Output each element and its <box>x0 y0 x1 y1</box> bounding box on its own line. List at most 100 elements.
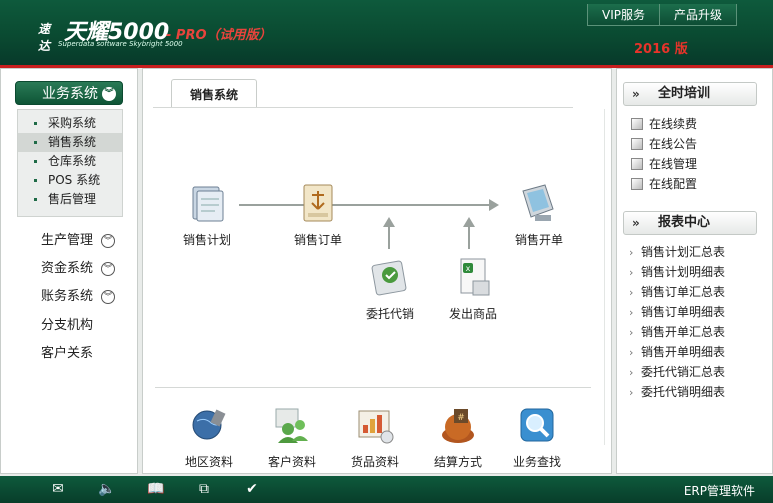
tab-underline <box>153 107 573 108</box>
report-link-label: 委托代销汇总表 <box>641 365 726 379</box>
arrow-up-icon <box>463 217 475 227</box>
reports-title: 报表中心 <box>658 215 711 230</box>
sidebar-category-funds[interactable]: 资金系统 ︾ <box>41 257 116 276</box>
chevron-down-icon: ︾ <box>101 262 116 276</box>
report-link[interactable]: › 销售计划明细表 <box>629 263 725 280</box>
tab-sales-system[interactable]: 销售系统 <box>171 79 257 107</box>
chevron-right-icon: › <box>629 286 634 299</box>
panel-divider <box>604 109 605 445</box>
chevron-right-icon: › <box>629 366 634 379</box>
version-year: 2016 版 <box>634 42 688 57</box>
report-link[interactable]: › 销售订单汇总表 <box>629 283 725 300</box>
mail-icon[interactable]: ✉ <box>49 481 67 497</box>
sidebar-item-sales[interactable]: 销售系统 <box>18 133 122 152</box>
sidebar-item-pos[interactable]: POS 系统 <box>18 171 122 190</box>
svg-text:#: # <box>457 413 465 423</box>
flow-node-sales-invoice[interactable]: 销售开单 <box>499 181 579 248</box>
report-link-label: 销售订单明细表 <box>641 305 726 319</box>
report-link[interactable]: › 委托代销汇总表 <box>629 363 725 380</box>
report-link-label: 委托代销明细表 <box>641 385 726 399</box>
sidebar-category-label: 业务系统 <box>42 86 98 102</box>
shortcut-label: 结算方式 <box>433 455 482 469</box>
app-header: 速达 天耀5000 - PRO（试用版） Superdata software … <box>0 0 773 68</box>
top-button-bar: VIP服务 产品升级 <box>586 4 737 26</box>
check-icon[interactable]: ✔ <box>243 481 261 497</box>
report-link[interactable]: › 销售开单明细表 <box>629 343 725 360</box>
sidebar-item-warehouse[interactable]: 仓库系统 <box>18 152 122 171</box>
shortcut-label: 业务查找 <box>512 455 561 469</box>
training-item-announcement[interactable]: 在线公告 <box>631 135 697 152</box>
chevron-right-icon: › <box>629 306 634 319</box>
report-link-label: 销售计划明细表 <box>641 265 726 279</box>
chevron-right-icon: › <box>629 386 634 399</box>
flow-node-label: 委托代销 <box>365 307 414 321</box>
sidebar-category-business[interactable]: 业务系统 ︾ <box>15 81 123 105</box>
sidebar-category-production[interactable]: 生产管理 ︾ <box>41 229 116 248</box>
flow-node-sales-plan[interactable]: 销售计划 <box>167 181 247 248</box>
footer-brand-text: ERP管理软件 <box>683 484 755 498</box>
config-icon <box>631 178 643 190</box>
right-panel: » 全时培训 在线续费 在线公告 在线管理 在线配置 » 报表中心 › 销售计划汇… <box>616 68 773 474</box>
shortcut-customer-data[interactable]: 客户资料 <box>252 403 332 470</box>
sidebar-item-after-sales[interactable]: 售后管理 <box>18 190 122 209</box>
copy-icon[interactable]: ⧉ <box>195 481 213 497</box>
book-icon[interactable]: 📖 <box>147 481 165 497</box>
flow-node-label: 销售订单 <box>293 233 342 247</box>
report-link-label: 销售开单明细表 <box>641 345 726 359</box>
training-item-label: 在线续费 <box>649 117 698 131</box>
goods-chart-icon <box>353 403 397 447</box>
shortcut-business-search[interactable]: 业务查找 <box>497 403 577 470</box>
arrow-up-icon <box>383 217 395 227</box>
report-link[interactable]: › 销售计划汇总表 <box>629 243 725 260</box>
shortcut-region-data[interactable]: 地区资料 <box>169 403 249 470</box>
svg-text:x: x <box>466 264 471 273</box>
section-divider <box>155 387 591 388</box>
report-link-label: 销售计划汇总表 <box>641 245 726 259</box>
double-chevron-icon: » <box>632 216 640 230</box>
flow-line <box>239 204 491 206</box>
sidebar-item-purchase[interactable]: 采购系统 <box>18 114 122 133</box>
spreadsheet-icon: x <box>451 255 495 299</box>
flow-node-consignment[interactable]: 委托代销 <box>350 255 430 322</box>
chevron-down-icon: ︾ <box>101 290 116 304</box>
shortcut-label: 客户资料 <box>267 455 316 469</box>
sidebar-category-accounting[interactable]: 账务系统 ︾ <box>41 285 116 304</box>
training-item-label: 在线公告 <box>649 137 698 151</box>
report-link[interactable]: › 销售开单汇总表 <box>629 323 725 340</box>
sidebar-category-crm[interactable]: 客户关系 <box>41 342 93 361</box>
renewal-icon <box>631 118 643 130</box>
reports-header[interactable]: » 报表中心 <box>623 211 757 235</box>
sidebar-category-label: 资金系统 <box>41 261 94 276</box>
training-item-label: 在线配置 <box>649 177 698 191</box>
training-header[interactable]: » 全时培训 <box>623 82 757 106</box>
shortcut-goods-data[interactable]: 货品资料 <box>335 403 415 470</box>
business-submenu: 采购系统 销售系统 仓库系统 POS 系统 售后管理 <box>17 109 123 217</box>
report-link[interactable]: › 委托代销明细表 <box>629 383 725 400</box>
training-item-config[interactable]: 在线配置 <box>631 175 697 192</box>
main-panel: 销售系统 销售计划 销售订单 销售开单 委托代销 x 发出商品 地区资料 客户资… <box>142 68 612 474</box>
report-link[interactable]: › 销售订单明细表 <box>629 303 725 320</box>
sidebar-category-label: 生产管理 <box>41 233 94 248</box>
training-item-renewal[interactable]: 在线续费 <box>631 115 697 132</box>
sidebar-category-label: 账务系统 <box>41 289 94 304</box>
report-link-label: 销售订单汇总表 <box>641 285 726 299</box>
flow-node-label: 销售计划 <box>182 233 231 247</box>
arrow-right-icon <box>489 199 499 211</box>
folder-icon <box>185 181 229 225</box>
chevron-right-icon: › <box>629 246 634 259</box>
sidebar-category-branches[interactable]: 分支机构 <box>41 314 93 333</box>
training-title: 全时培训 <box>658 86 711 101</box>
search-icon <box>515 403 559 447</box>
management-icon <box>631 158 643 170</box>
vip-service-button[interactable]: VIP服务 <box>586 4 660 26</box>
chevron-down-icon: ︾ <box>102 87 116 101</box>
flow-node-sales-order[interactable]: 销售订单 <box>278 181 358 248</box>
product-upgrade-button[interactable]: 产品升级 <box>659 4 737 26</box>
logo-english: Superdata software Skybright 5000 <box>58 40 183 48</box>
shortcut-settlement-method[interactable]: # 结算方式 <box>418 403 498 470</box>
double-chevron-icon: » <box>632 87 640 101</box>
flow-node-shipped-goods[interactable]: x 发出商品 <box>433 255 513 322</box>
speaker-icon[interactable]: 🔈 <box>98 481 116 497</box>
training-item-management[interactable]: 在线管理 <box>631 155 697 172</box>
calculator-icon: # <box>436 403 480 447</box>
